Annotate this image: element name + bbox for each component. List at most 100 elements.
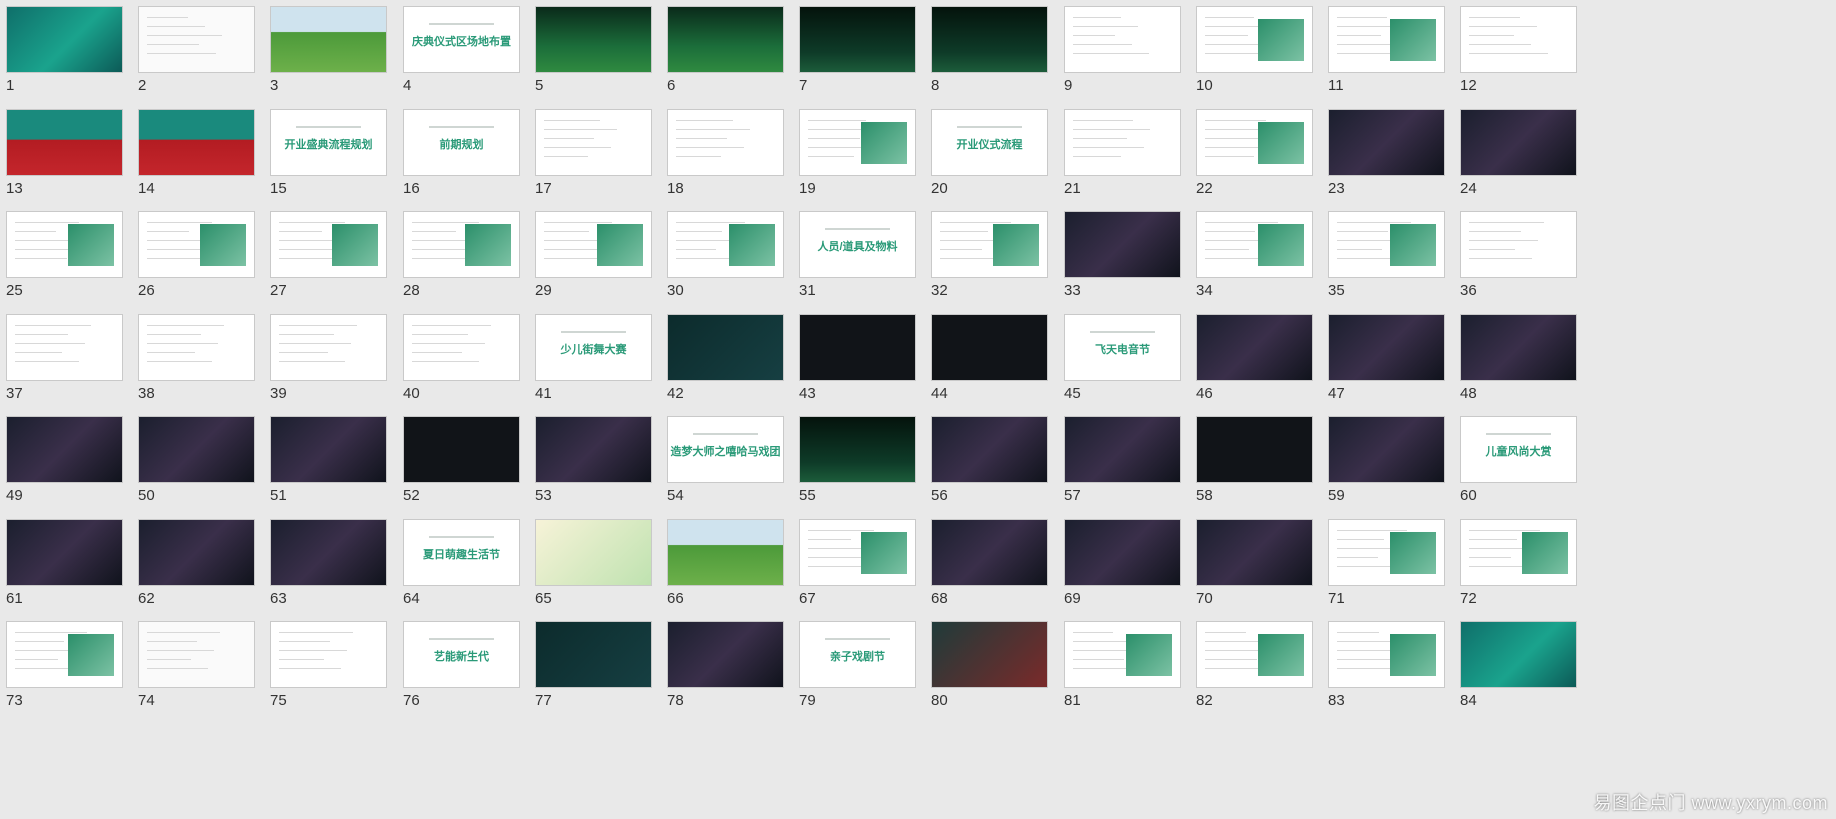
slide-thumbnail-46[interactable]: 46: [1190, 308, 1313, 402]
slide-preview[interactable]: [6, 519, 123, 586]
slide-preview[interactable]: [799, 314, 916, 381]
slide-thumbnail-10[interactable]: 10: [1190, 0, 1313, 94]
slide-thumbnail-9[interactable]: 9: [1058, 0, 1181, 94]
slide-preview[interactable]: [1460, 6, 1577, 73]
slide-preview[interactable]: [403, 211, 520, 278]
slide-preview[interactable]: [535, 621, 652, 688]
slide-thumbnail-74[interactable]: 74: [132, 615, 255, 709]
slide-thumbnail-21[interactable]: 21: [1058, 103, 1181, 197]
slide-thumbnail-4[interactable]: 庆典仪式区场地布置 4: [397, 0, 520, 94]
slide-preview[interactable]: [799, 519, 916, 586]
slide-preview[interactable]: [1064, 6, 1181, 73]
slide-preview[interactable]: [1064, 621, 1181, 688]
slide-preview[interactable]: [138, 519, 255, 586]
slide-preview[interactable]: [6, 109, 123, 176]
slide-thumbnail-36[interactable]: 36: [1454, 205, 1577, 299]
slide-preview[interactable]: 飞天电音节: [1064, 314, 1181, 381]
slide-thumbnail-55[interactable]: 55: [793, 410, 916, 504]
slide-preview[interactable]: 前期规划: [403, 109, 520, 176]
slide-preview[interactable]: [667, 109, 784, 176]
slide-preview[interactable]: [1328, 519, 1445, 586]
slide-thumbnail-80[interactable]: 80: [925, 615, 1048, 709]
slide-thumbnail-71[interactable]: 71: [1322, 513, 1445, 607]
slide-preview[interactable]: [1064, 519, 1181, 586]
slide-thumbnail-65[interactable]: 65: [529, 513, 652, 607]
slide-preview[interactable]: [138, 211, 255, 278]
slide-preview[interactable]: [1328, 6, 1445, 73]
slide-preview[interactable]: [1460, 314, 1577, 381]
slide-preview[interactable]: [667, 519, 784, 586]
slide-thumbnail-32[interactable]: 32: [925, 205, 1048, 299]
slide-preview[interactable]: [138, 621, 255, 688]
slide-thumbnail-24[interactable]: 24: [1454, 103, 1577, 197]
slide-thumbnail-2[interactable]: 2: [132, 0, 255, 94]
slide-preview[interactable]: [270, 416, 387, 483]
slide-thumbnail-72[interactable]: 72: [1454, 513, 1577, 607]
slide-preview[interactable]: [270, 621, 387, 688]
slide-thumbnail-49[interactable]: 49: [0, 410, 123, 504]
slide-thumbnail-66[interactable]: 66: [661, 513, 784, 607]
slide-preview[interactable]: [270, 211, 387, 278]
slide-thumbnail-5[interactable]: 5: [529, 0, 652, 94]
slide-preview[interactable]: [270, 6, 387, 73]
slide-thumbnail-26[interactable]: 26: [132, 205, 255, 299]
slide-thumbnail-30[interactable]: 30: [661, 205, 784, 299]
slide-thumbnail-70[interactable]: 70: [1190, 513, 1313, 607]
slide-thumbnail-22[interactable]: 22: [1190, 103, 1313, 197]
slide-thumbnail-12[interactable]: 12: [1454, 0, 1577, 94]
slide-preview[interactable]: [667, 6, 784, 73]
slide-thumbnail-67[interactable]: 67: [793, 513, 916, 607]
slide-preview[interactable]: 夏日萌趣生活节: [403, 519, 520, 586]
slide-thumbnail-3[interactable]: 3: [264, 0, 387, 94]
slide-thumbnail-56[interactable]: 56: [925, 410, 1048, 504]
slide-thumbnail-83[interactable]: 83: [1322, 615, 1445, 709]
slide-preview[interactable]: [138, 109, 255, 176]
slide-thumbnail-13[interactable]: 13: [0, 103, 123, 197]
slide-preview[interactable]: [138, 6, 255, 73]
slide-preview[interactable]: [138, 314, 255, 381]
slide-thumbnail-47[interactable]: 47: [1322, 308, 1445, 402]
slide-preview[interactable]: 开业仪式流程: [931, 109, 1048, 176]
slide-preview[interactable]: [1328, 109, 1445, 176]
slide-preview[interactable]: [6, 6, 123, 73]
slide-preview[interactable]: [1196, 109, 1313, 176]
slide-thumbnail-38[interactable]: 38: [132, 308, 255, 402]
slide-preview[interactable]: [1328, 416, 1445, 483]
slide-preview[interactable]: [1460, 109, 1577, 176]
slide-preview[interactable]: 儿童风尚大赏: [1460, 416, 1577, 483]
slide-preview[interactable]: [1460, 621, 1577, 688]
slide-thumbnail-28[interactable]: 28: [397, 205, 520, 299]
slide-thumbnail-31[interactable]: 人员/道具及物料 31: [793, 205, 916, 299]
slide-thumbnail-76[interactable]: 艺能新生代 76: [397, 615, 520, 709]
slide-preview[interactable]: [535, 519, 652, 586]
slide-thumbnail-41[interactable]: 少儿街舞大赛 41: [529, 308, 652, 402]
slide-preview[interactable]: [931, 621, 1048, 688]
slide-preview[interactable]: [1064, 416, 1181, 483]
slide-thumbnail-69[interactable]: 69: [1058, 513, 1181, 607]
slide-thumbnail-43[interactable]: 43: [793, 308, 916, 402]
slide-preview[interactable]: [1196, 621, 1313, 688]
slide-thumbnail-63[interactable]: 63: [264, 513, 387, 607]
slide-preview[interactable]: [1196, 6, 1313, 73]
slide-thumbnail-39[interactable]: 39: [264, 308, 387, 402]
slide-preview[interactable]: [1460, 519, 1577, 586]
slide-thumbnail-18[interactable]: 18: [661, 103, 784, 197]
slide-thumbnail-44[interactable]: 44: [925, 308, 1048, 402]
slide-thumbnail-78[interactable]: 78: [661, 615, 784, 709]
slide-preview[interactable]: [6, 416, 123, 483]
slide-thumbnail-7[interactable]: 7: [793, 0, 916, 94]
slide-thumbnail-62[interactable]: 62: [132, 513, 255, 607]
slide-preview[interactable]: [667, 621, 784, 688]
slide-preview[interactable]: [667, 314, 784, 381]
slide-thumbnail-34[interactable]: 34: [1190, 205, 1313, 299]
slide-thumbnail-20[interactable]: 开业仪式流程 20: [925, 103, 1048, 197]
slide-preview[interactable]: [403, 314, 520, 381]
slide-preview[interactable]: [931, 6, 1048, 73]
slide-thumbnail-59[interactable]: 59: [1322, 410, 1445, 504]
slide-preview[interactable]: [138, 416, 255, 483]
slide-thumbnail-29[interactable]: 29: [529, 205, 652, 299]
slide-preview[interactable]: [799, 6, 916, 73]
slide-preview[interactable]: [667, 211, 784, 278]
slide-preview[interactable]: [6, 314, 123, 381]
slide-thumbnail-11[interactable]: 11: [1322, 0, 1445, 94]
